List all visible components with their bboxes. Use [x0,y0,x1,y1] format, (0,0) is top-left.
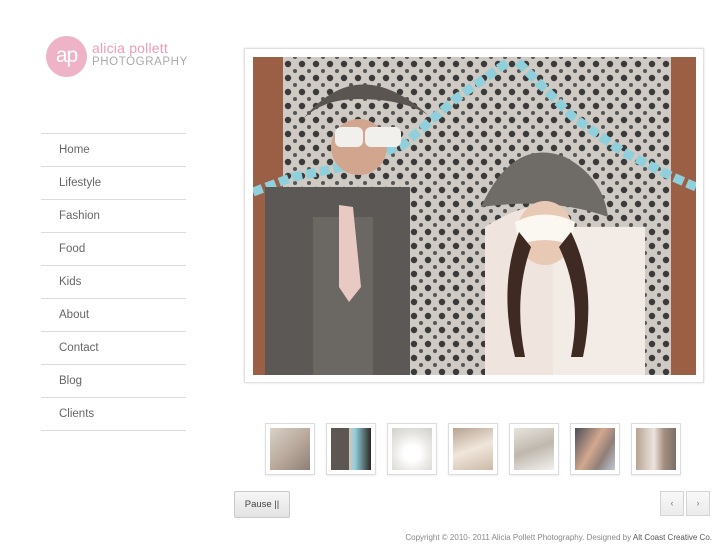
designer-link[interactable]: Alt Coast Creative Co. [633,533,712,542]
previous-arrow-icon[interactable]: ‹ [660,491,684,516]
site-logo[interactable]: ap alicia pollett PHOTOGRAPHY [46,36,196,78]
nav-item-lifestyle[interactable]: Lifestyle [41,167,186,200]
nav-item-blog[interactable]: Blog [41,365,186,398]
nav-item-kids[interactable]: Kids [41,266,186,299]
nav-item-clients[interactable]: Clients [41,398,186,431]
nav-item-home[interactable]: Home [41,134,186,167]
couple-photo-illustration [253,57,696,375]
nav-item-about[interactable]: About [41,299,186,332]
thumbnail[interactable] [509,423,559,475]
thumbnail[interactable] [387,423,437,475]
logo-name: alicia pollett [92,40,168,56]
thumbnail[interactable] [570,423,620,475]
nav-item-contact[interactable]: Contact [41,332,186,365]
thumbnail[interactable] [326,423,376,475]
main-photo [253,57,696,375]
nav-item-food[interactable]: Food [41,233,186,266]
pause-button[interactable]: Pause || [234,491,290,518]
logo-subtitle: PHOTOGRAPHY [92,56,188,68]
thumbnail[interactable] [265,423,315,475]
thumbnail[interactable] [631,423,681,475]
main-photo-frame [244,48,704,383]
footer: Copyright © 2010- 2011 Alicia Pollett Ph… [405,533,712,542]
logo-badge: ap [46,36,87,77]
nav-item-fashion[interactable]: Fashion [41,200,186,233]
copyright-text: Copyright © 2010- 2011 Alicia Pollett Ph… [405,533,632,542]
next-arrow-icon[interactable]: › [686,491,710,516]
main-nav: Home Lifestyle Fashion Food Kids About C… [41,133,186,431]
thumbnail-strip [265,423,685,477]
thumbnail[interactable] [448,423,498,475]
